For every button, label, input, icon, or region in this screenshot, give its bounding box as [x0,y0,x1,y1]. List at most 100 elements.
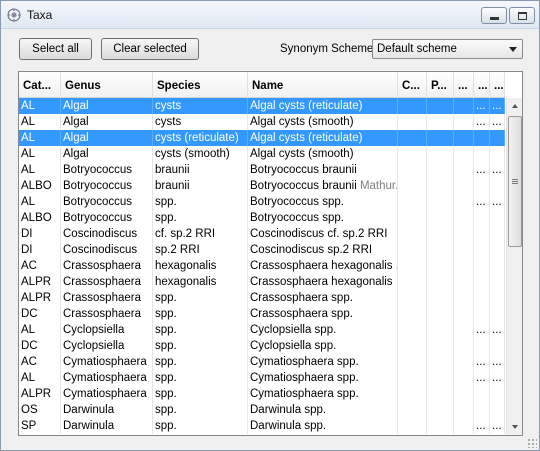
cell-text: ... [476,196,486,208]
grip-icon [512,179,518,184]
cell-species: spp. [153,322,248,338]
minimize-icon [490,17,499,20]
table-row[interactable]: AL Cyclopsiella spp. Cyclopsiella spp......… [19,322,505,338]
cell-col7 [454,418,474,434]
cell-col7 [454,370,474,386]
cell-text: ... [476,372,486,384]
vertical-scrollbar[interactable] [506,98,522,435]
cell-genus: Cymatiosphaera [61,370,153,386]
table-row[interactable]: AL Algal cysts Algal cysts (smooth)...... [19,114,505,130]
cell-text: Cyclopsiella [63,324,125,336]
column-header-8[interactable]: ... [474,72,490,98]
cell-col7 [454,290,474,306]
maximize-button[interactable] [509,7,535,24]
column-header-9[interactable]: ... [490,72,505,98]
cell-text: Botryococcus [63,180,133,192]
cell-col8 [474,130,490,146]
cell-col5 [398,258,427,274]
cell-category: SP [19,418,61,434]
cell-text: Crassosphaera [63,292,141,304]
cell-genus: Cyclopsiella [61,338,153,354]
cell-text: ... [492,100,502,112]
cell-name: Crassosphaera hexagonalis [248,274,398,290]
minimize-button[interactable] [481,7,507,24]
cell-col5 [398,210,427,226]
cell-name: Coscinodiscus sp.2 RRI [248,242,398,258]
cell-text: spp. [155,308,177,320]
column-header-5[interactable]: C... [398,72,427,98]
scroll-down-icon[interactable] [512,425,518,429]
cell-text: cysts [155,116,182,128]
cell-col9 [490,210,505,226]
taxa-table[interactable]: Cat... Genus Species Name C... P... ... … [18,71,523,436]
cell-col5 [398,146,427,162]
cell-col5 [398,354,427,370]
cell-col6 [427,210,454,226]
cell-text: Botryococcus [63,196,133,208]
column-header-6[interactable]: P... [427,72,454,98]
table-row[interactable]: DC Crassosphaera spp. Crassosphaera spp. [19,306,505,322]
cell-species: spp. [153,402,248,418]
table-row[interactable]: OS Darwinula spp. Darwinula spp. [19,402,505,418]
cell-text: AL [21,372,36,384]
table-row[interactable]: SP Darwinula spp. Darwinula spp....... [19,418,505,434]
table-row[interactable]: DI Coscinodiscus sp.2 RRI Coscinodiscus sp.… [19,242,505,258]
cell-col9 [490,274,505,290]
table-row[interactable]: ALBO Botryococcus braunii Botryococcus brau… [19,178,505,194]
cell-text: ... [476,116,486,128]
cell-col8: ... [474,418,490,434]
table-row[interactable]: AC Crassosphaera hexagonalis Crassosphaera … [19,258,505,274]
cell-species: hexagonalis [153,274,248,290]
cell-category: AL [19,130,61,146]
cell-col8 [474,290,490,306]
cell-text: AL [21,148,36,160]
synonym-scheme-dropdown[interactable]: Default scheme [372,39,523,59]
cell-species: spp. [153,370,248,386]
cell-text: Cyclopsiella [63,340,125,352]
table-row[interactable]: DC Cyclopsiella spp. Cyclopsiella spp. [19,338,505,354]
cell-col8: ... [474,370,490,386]
table-row[interactable]: DI Coscinodiscus cf. sp.2 RRI Coscinodiscus… [19,226,505,242]
cell-text: ALBO [21,212,52,224]
resize-grip-icon[interactable] [527,438,537,448]
table-row[interactable]: AL Algal cysts (smooth) Algal cysts (smooth… [19,146,505,162]
synonym-scheme-value: Default scheme [377,43,457,55]
cell-genus: Darwinula [61,418,153,434]
cell-name: Cymatiosphaera spp. [248,386,398,402]
column-header-genus[interactable]: Genus [61,72,153,98]
cell-text: cysts (smooth) [155,148,230,160]
table-row[interactable]: AL Algal cysts (reticulate) Algal cysts (re… [19,130,505,146]
table-row[interactable]: AL Botryococcus braunii Botryococcus brauni… [19,162,505,178]
table-row[interactable]: AL Cymatiosphaera spp. Cymatiosphaera spp..… [19,370,505,386]
table-row[interactable]: ALPR Crassosphaera hexagonalis Crassosphaer… [19,274,505,290]
table-row[interactable]: AC Cymatiosphaera spp. Cymatiosphaera spp..… [19,354,505,370]
table-row[interactable]: AL Algal cysts Algal cysts (reticulate)....… [19,98,505,114]
cell-col5 [398,306,427,322]
column-header-category[interactable]: Cat... [19,72,61,98]
table-row[interactable]: AL Botryococcus spp. Botryococcus spp......… [19,194,505,210]
cell-col9: ... [490,370,505,386]
cell-col7 [454,242,474,258]
select-all-button[interactable]: Select all [19,38,92,60]
table-row[interactable]: ALBO Botryococcus spp. Botryococcus spp. [19,210,505,226]
cell-text: Cymatiosphaera spp. [250,388,359,400]
cell-col5 [398,162,427,178]
cell-col6 [427,290,454,306]
table-row[interactable]: ALPR Cymatiosphaera spp. Cymatiosphaera spp… [19,386,505,402]
column-header-name[interactable]: Name [248,72,398,98]
column-header-7[interactable]: ... [454,72,474,98]
table-row[interactable]: ALPR Crassosphaera spp. Crassosphaera spp. [19,290,505,306]
cell-name: Algal cysts (reticulate) [248,98,398,114]
cell-category: DI [19,226,61,242]
title-bar[interactable]: Taxa [1,1,539,29]
scrollbar-thumb[interactable] [508,116,522,247]
clear-selected-button[interactable]: Clear selected [101,38,199,60]
cell-species: braunii [153,162,248,178]
cell-text: cysts [155,100,182,112]
cell-text: AL [21,132,36,144]
scroll-up-icon[interactable] [512,104,518,108]
column-header-species[interactable]: Species [153,72,248,98]
cell-col9 [490,178,505,194]
cell-col5 [398,418,427,434]
cell-text: spp. [155,196,177,208]
